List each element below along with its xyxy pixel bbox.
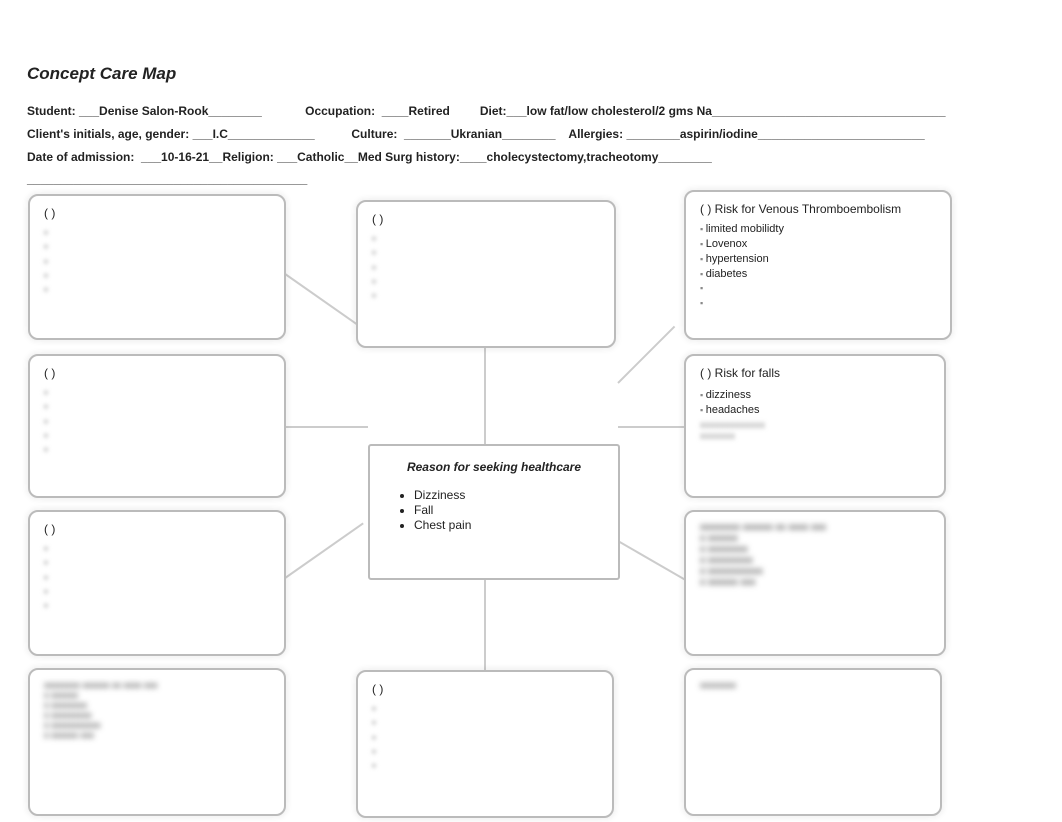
diagnosis-box-left-1: ( ) ▪ ▪ ▪ ▪ ▪ bbox=[28, 194, 286, 340]
blurred-content: xxxxxxxx xxxxxx xx xxxx xxx x xxxxxx x x… bbox=[44, 680, 270, 740]
list-item: limited mobilidty bbox=[700, 222, 936, 237]
religion-value: ___Catholic__ bbox=[277, 150, 358, 164]
header-row-2: Client's initials, age, gender: ___I.C__… bbox=[27, 123, 1032, 146]
box-label: ( ) Risk for Venous Thromboembolism bbox=[700, 202, 936, 216]
medsurg-label: Med Surg history: bbox=[358, 150, 460, 164]
diet-value: ___low fat/low cholesterol/2 gms Na_____… bbox=[507, 104, 946, 118]
client-label: Client's initials, age, gender: bbox=[27, 127, 193, 141]
student-label: Student: bbox=[27, 104, 79, 118]
diagnosis-box-falls: ( ) Risk for falls dizziness headaches x… bbox=[684, 354, 946, 498]
box-label: ( ) bbox=[44, 366, 270, 380]
box-bullets: ▪ ▪ ▪ ▪ ▪ bbox=[44, 386, 270, 457]
client-value: ___I.C_____________ bbox=[193, 127, 315, 141]
reason-item: Fall bbox=[414, 503, 604, 518]
blurred-content: xxxxxxxx xxxxxx xx xxxx xxx x xxxxxx x x… bbox=[700, 522, 930, 588]
box-label: ( ) bbox=[372, 212, 600, 226]
center-title: Reason for seeking healthcare bbox=[384, 460, 604, 474]
box-label: ( ) Risk for falls bbox=[700, 366, 930, 380]
diagnosis-box-right-3: xxxxxxxx xxxxxx xx xxxx xxx x xxxxxx x x… bbox=[684, 510, 946, 656]
diagnosis-box-left-4: xxxxxxxx xxxxxx xx xxxx xxx x xxxxxx x x… bbox=[28, 668, 286, 816]
list-item bbox=[700, 296, 936, 311]
religion-label: Religion: bbox=[222, 150, 277, 164]
box-label: ( ) bbox=[372, 682, 598, 696]
culture-value: _______Ukranian________ bbox=[404, 127, 555, 141]
connector bbox=[277, 523, 363, 584]
page-title: Concept Care Map bbox=[27, 64, 176, 84]
connector bbox=[484, 348, 486, 444]
diet-label: Diet: bbox=[480, 104, 507, 118]
diagnosis-box-right-4: xxxxxxxx bbox=[684, 668, 942, 816]
diagnosis-box-left-2: ( ) ▪ ▪ ▪ ▪ ▪ bbox=[28, 354, 286, 498]
doa-value: ___10-16-21__ bbox=[141, 150, 222, 164]
reason-for-healthcare-box: Reason for seeking healthcare Dizziness … bbox=[368, 444, 620, 580]
reason-item: Chest pain bbox=[414, 518, 604, 533]
header-block: Student: ___Denise Salon-Rook________ Oc… bbox=[27, 100, 1032, 191]
allergies-value: ________aspirin/iodine__________________… bbox=[626, 127, 924, 141]
box-bullets: ▪ ▪ ▪ ▪ ▪ bbox=[372, 702, 598, 773]
filler-line: ________________________________________… bbox=[27, 172, 307, 186]
list-item: hypertension bbox=[700, 252, 936, 267]
diagnosis-box-mid-bottom: ( ) ▪ ▪ ▪ ▪ ▪ bbox=[356, 670, 614, 818]
list-item bbox=[700, 281, 936, 296]
box-bullets: ▪ ▪ ▪ ▪ ▪ bbox=[372, 232, 600, 303]
box-bullets: ▪ ▪ ▪ ▪ ▪ bbox=[44, 226, 270, 297]
diagnosis-box-mid-top: ( ) ▪ ▪ ▪ ▪ ▪ bbox=[356, 200, 616, 348]
box-label: ( ) bbox=[44, 206, 270, 220]
connector bbox=[484, 580, 486, 670]
list-item: headaches bbox=[700, 403, 930, 418]
occupation-value: ____Retired bbox=[382, 104, 450, 118]
box-bullets: ▪ ▪ ▪ ▪ ▪ bbox=[44, 542, 270, 613]
list-item: diabetes bbox=[700, 267, 936, 282]
list-item: Lovenox bbox=[700, 237, 936, 252]
connector bbox=[278, 426, 368, 428]
medsurg-value: ____cholecystectomy,tracheotomy________ bbox=[460, 150, 712, 164]
box-label: ( ) bbox=[44, 522, 270, 536]
diagnosis-box-vte: ( ) Risk for Venous Thromboembolism limi… bbox=[684, 190, 952, 340]
connector bbox=[618, 540, 688, 582]
culture-label: Culture: bbox=[351, 127, 404, 141]
header-row-4: ________________________________________… bbox=[27, 168, 1032, 191]
blurred-content: xxxxxxxx bbox=[700, 680, 926, 700]
connector bbox=[617, 326, 675, 384]
header-row-1: Student: ___Denise Salon-Rook________ Oc… bbox=[27, 100, 1032, 123]
reason-item: Dizziness bbox=[414, 488, 604, 503]
header-row-3: Date of admission: ___10-16-21__Religion… bbox=[27, 146, 1032, 169]
falls-list: dizziness headaches bbox=[700, 388, 930, 418]
occupation-label: Occupation: bbox=[305, 104, 382, 118]
reason-list: Dizziness Fall Chest pain bbox=[414, 488, 604, 533]
vte-list: limited mobilidty Lovenox hypertension d… bbox=[700, 222, 936, 311]
diagnosis-box-left-3: ( ) ▪ ▪ ▪ ▪ ▪ bbox=[28, 510, 286, 656]
blurred-content: xxxxxxxxxxxxxxxxxxxx bbox=[700, 420, 930, 442]
connector bbox=[277, 268, 363, 329]
list-item: dizziness bbox=[700, 388, 930, 403]
doa-label: Date of admission: bbox=[27, 150, 141, 164]
connector bbox=[618, 426, 688, 428]
student-value: ___Denise Salon-Rook________ bbox=[79, 104, 262, 118]
allergies-label: Allergies: bbox=[568, 127, 626, 141]
